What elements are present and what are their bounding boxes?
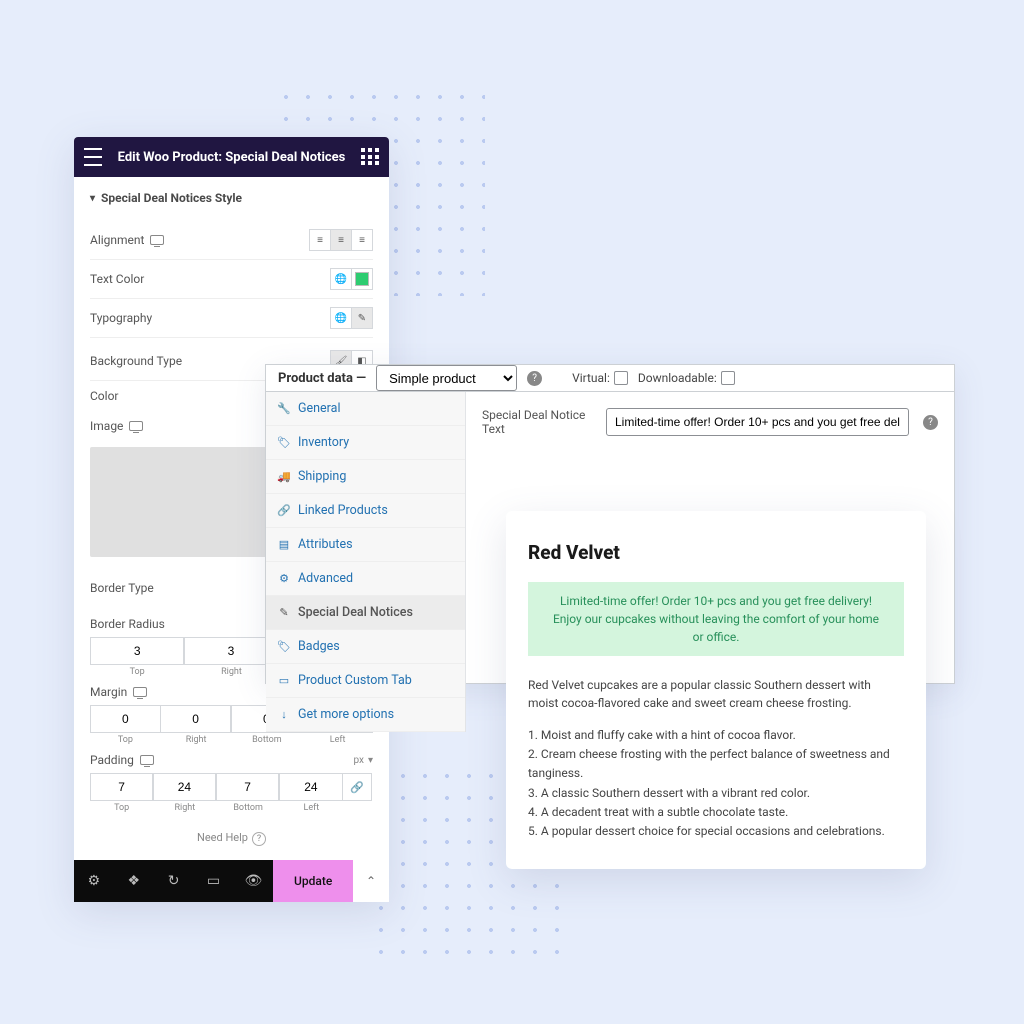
help-icon[interactable]: ? xyxy=(923,415,938,430)
feature-item: 4. A decadent treat with a subtle chocol… xyxy=(528,803,904,822)
m-top-input[interactable] xyxy=(90,705,161,733)
deal-notice: Limited-time offer! Order 10+ pcs and yo… xyxy=(528,582,904,656)
product-tab[interactable]: ✎ Special Deal Notices xyxy=(266,596,465,630)
br-right-input[interactable] xyxy=(184,637,278,665)
tab-icon: 🚚 xyxy=(278,471,290,483)
tab-label: Special Deal Notices xyxy=(298,605,413,620)
section-toggle[interactable]: Special Deal Notices Style xyxy=(90,191,373,205)
product-tab[interactable]: 🔧 General xyxy=(266,392,465,426)
panel-header: Edit Woo Product: Special Deal Notices xyxy=(74,137,389,177)
typography-label: Typography xyxy=(90,311,152,325)
responsive-mode-icon[interactable]: ▭ xyxy=(194,860,234,902)
feature-item: 3. A classic Southern dessert with a vib… xyxy=(528,784,904,803)
padding-label: Padding xyxy=(90,753,134,767)
text-color-label: Text Color xyxy=(90,272,144,286)
product-preview-card: Red Velvet Limited-time offer! Order 10+… xyxy=(506,511,926,869)
metabox-title: Product data — xyxy=(278,371,366,386)
tab-label: Inventory xyxy=(298,435,349,450)
br-top-input[interactable] xyxy=(90,637,184,665)
align-left-button[interactable]: ≡ xyxy=(309,229,331,251)
tab-icon: ▭ xyxy=(278,675,290,687)
product-description: Red Velvet cupcakes are a popular classi… xyxy=(528,676,904,712)
tab-label: General xyxy=(298,401,341,416)
chevron-down-icon[interactable]: ▾ xyxy=(368,755,373,766)
tab-icon: 🏷 xyxy=(278,641,290,653)
history-icon[interactable]: ↻ xyxy=(154,860,194,902)
globe-icon[interactable]: 🌐 xyxy=(330,268,352,290)
menu-icon[interactable] xyxy=(84,148,102,166)
tab-icon: 🔗 xyxy=(278,505,290,517)
tab-label: Attributes xyxy=(298,537,353,552)
tab-icon: ✎ xyxy=(278,607,290,619)
color-swatch[interactable] xyxy=(351,268,373,290)
notice-text-input[interactable] xyxy=(606,408,909,436)
link-values-button[interactable]: 🔗 xyxy=(342,773,372,801)
m-right-input[interactable] xyxy=(160,705,231,733)
p-right-input[interactable] xyxy=(153,773,216,801)
feature-item: 5. A popular dessert choice for special … xyxy=(528,822,904,841)
responsive-icon[interactable] xyxy=(133,687,147,697)
preview-icon[interactable]: 👁 xyxy=(233,860,273,902)
responsive-icon[interactable] xyxy=(140,755,154,765)
product-tab[interactable]: ⚙ Advanced xyxy=(266,562,465,596)
edit-typography-button[interactable]: ✎ xyxy=(351,307,373,329)
panel-title: Edit Woo Product: Special Deal Notices xyxy=(118,150,346,165)
settings-icon[interactable]: ⚙ xyxy=(74,860,114,902)
help-icon[interactable]: ? xyxy=(527,371,542,386)
feature-item: 2. Cream cheese frosting with the perfec… xyxy=(528,745,904,783)
align-right-button[interactable]: ≡ xyxy=(351,229,373,251)
product-tab[interactable]: ▤ Attributes xyxy=(266,528,465,562)
downloadable-label: Downloadable: xyxy=(638,371,717,385)
virtual-checkbox[interactable] xyxy=(614,371,628,385)
product-tab[interactable]: 🚚 Shipping xyxy=(266,460,465,494)
product-tab[interactable]: 🔗 Linked Products xyxy=(266,494,465,528)
tab-label: Get more options xyxy=(298,707,394,722)
navigator-icon[interactable]: ❖ xyxy=(114,860,154,902)
apps-icon[interactable] xyxy=(361,148,379,166)
tab-label: Linked Products xyxy=(298,503,388,518)
save-options-toggle[interactable]: ⌃ xyxy=(353,860,389,902)
feature-list: 1. Moist and fluffy cake with a hint of … xyxy=(528,726,904,841)
product-tab[interactable]: ▭ Product Custom Tab xyxy=(266,664,465,698)
responsive-icon[interactable] xyxy=(150,235,164,245)
virtual-label: Virtual: xyxy=(572,371,610,385)
tab-icon: ↓ xyxy=(278,709,290,721)
product-tab[interactable]: 🏷 Badges xyxy=(266,630,465,664)
tab-label: Badges xyxy=(298,639,340,654)
downloadable-checkbox[interactable] xyxy=(721,371,735,385)
tab-icon: 🏷 xyxy=(278,437,290,449)
tab-label: Advanced xyxy=(298,571,353,586)
tab-icon: 🔧 xyxy=(278,403,290,415)
product-tab[interactable]: ↓ Get more options xyxy=(266,698,465,732)
p-bottom-input[interactable] xyxy=(216,773,279,801)
tab-label: Product Custom Tab xyxy=(298,673,412,688)
product-data-tabs: 🔧 General 🏷 Inventory 🚚 Shipping 🔗 Linked Produ… xyxy=(266,392,466,732)
update-button[interactable]: Update xyxy=(273,860,353,902)
tab-icon: ▤ xyxy=(278,539,290,551)
border-radius-label: Border Radius xyxy=(90,617,165,631)
need-help-link[interactable]: Need Help? xyxy=(90,813,373,852)
align-center-button[interactable]: ≡ xyxy=(330,229,352,251)
background-type-label: Background Type xyxy=(90,354,182,368)
product-tab[interactable]: 🏷 Inventory xyxy=(266,426,465,460)
alignment-label: Alignment xyxy=(90,233,144,247)
bg-color-label: Color xyxy=(90,389,118,403)
responsive-icon[interactable] xyxy=(129,421,143,431)
p-left-input[interactable] xyxy=(279,773,342,801)
image-label: Image xyxy=(90,419,123,433)
globe-icon[interactable]: 🌐 xyxy=(330,307,352,329)
margin-label: Margin xyxy=(90,685,127,699)
product-title: Red Velvet xyxy=(528,541,904,564)
border-type-label: Border Type xyxy=(90,581,154,595)
product-type-select[interactable]: Simple product xyxy=(376,365,517,391)
p-top-input[interactable] xyxy=(90,773,153,801)
tab-label: Shipping xyxy=(298,469,346,484)
notice-text-label: Special Deal Notice Text xyxy=(482,408,592,436)
tab-icon: ⚙ xyxy=(278,573,290,585)
feature-item: 1. Moist and fluffy cake with a hint of … xyxy=(528,726,904,745)
